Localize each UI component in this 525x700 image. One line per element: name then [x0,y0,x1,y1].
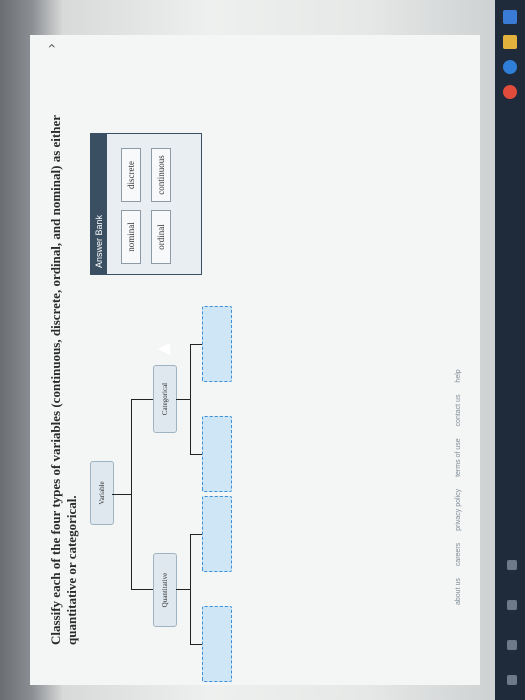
tree-connector [176,399,190,400]
tree-connector [190,345,191,455]
tree-connector [190,454,202,455]
drop-target-quantitative-1[interactable] [202,606,232,682]
footer-link-about[interactable]: about us [455,578,462,605]
tree-connector [190,344,202,345]
monitor-photo: › Classify each of the four types of var… [0,0,525,700]
tree-connector [112,494,132,495]
question-prompt: Classify each of the four types of varia… [48,115,79,645]
tree-root-variable: Variable [90,461,114,525]
tray-notifications-icon[interactable] [507,675,517,685]
tray-volume-icon[interactable] [507,600,517,610]
footer-link-careers[interactable]: careers [455,543,462,566]
footer-links: about us careers privacy policy terms of… [455,359,462,605]
tray-network-icon[interactable] [507,560,517,570]
drop-target-quantitative-2[interactable] [202,496,232,572]
tree-node-categorical: Categorical [153,365,177,433]
drop-target-categorical-2[interactable] [202,306,232,382]
tree-connector [131,589,153,590]
tray-battery-icon[interactable] [507,640,517,650]
answer-bank: Answer Bank nominal discrete ordinal con… [90,133,202,275]
tree-connector [190,535,191,645]
tree-connector [131,400,132,590]
file-explorer-icon[interactable] [503,35,517,49]
windows-start-icon[interactable] [503,10,517,24]
tree-connector [131,399,153,400]
chrome-icon[interactable] [503,85,517,99]
answer-chip-ordinal[interactable]: ordinal [151,210,171,264]
windows-taskbar [495,0,525,700]
footer-link-help[interactable]: help [455,369,462,382]
footer-link-contact[interactable]: contact us [455,395,462,427]
footer-link-privacy[interactable]: privacy policy [455,489,462,531]
footer-link-terms[interactable]: terms of use [455,438,462,477]
drop-target-categorical-1[interactable] [202,416,232,492]
answer-chip-continuous[interactable]: continuous [151,148,171,202]
tree-connector [190,534,202,535]
answer-chip-discrete[interactable]: discrete [121,148,141,202]
tree-connector [190,644,202,645]
tree-connector [176,589,190,590]
mouse-cursor-icon [158,343,170,355]
tree-node-quantitative: Quantitative [153,553,177,627]
answer-chip-nominal[interactable]: nominal [121,210,141,264]
answer-bank-title: Answer Bank [91,134,107,274]
assignment-page: › Classify each of the four types of var… [30,35,480,685]
edge-icon[interactable] [503,60,517,74]
